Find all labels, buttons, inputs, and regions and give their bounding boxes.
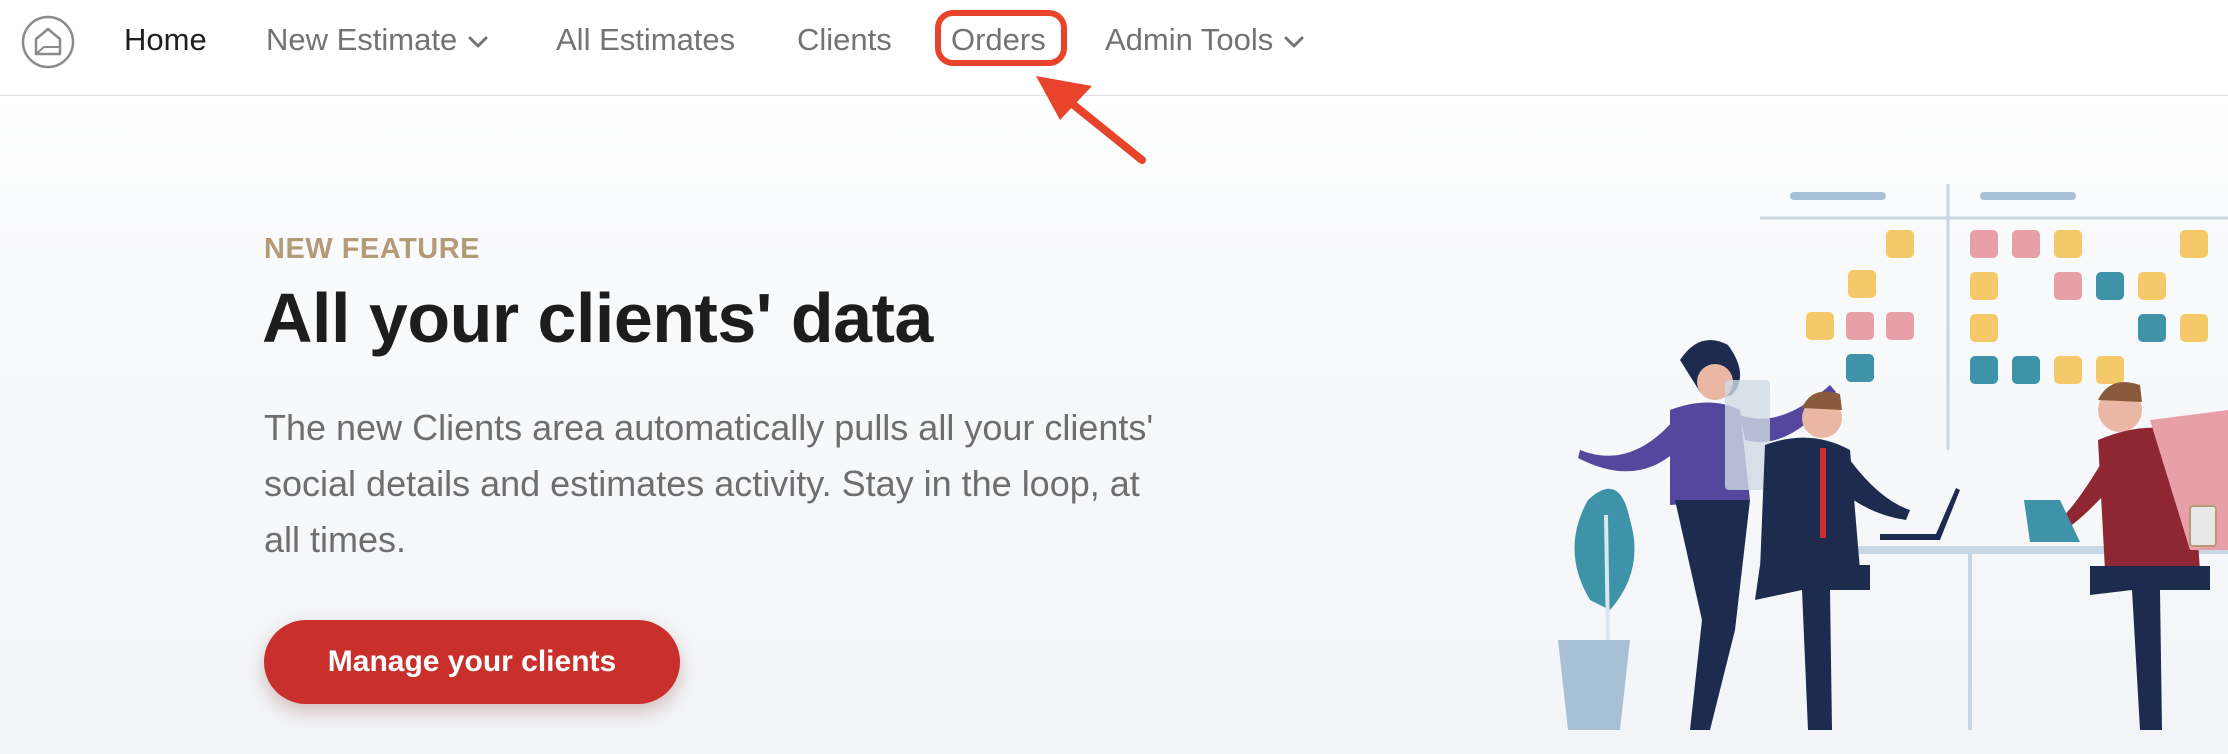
orders-highlight-annotation [935, 10, 1067, 66]
hero-eyebrow: NEW FEATURE [264, 233, 481, 265]
hero-title: All your clients' data [262, 279, 933, 357]
nav-all-estimates-label: All Estimates [556, 22, 736, 57]
nav-new-estimate-label: New Estimate [266, 22, 458, 57]
chevron-down-icon [468, 36, 488, 48]
nav-home[interactable]: Home [124, 18, 207, 62]
manage-clients-button[interactable]: Manage your clients [264, 620, 680, 704]
nav-clients[interactable]: Clients [797, 18, 892, 62]
house-logo-icon[interactable] [20, 14, 76, 70]
nav-home-label: Home [124, 22, 207, 57]
nav-admin-tools[interactable]: Admin Tools [1105, 18, 1305, 62]
nav-clients-label: Clients [797, 22, 892, 57]
nav-new-estimate[interactable]: New Estimate [266, 18, 489, 62]
nav-admin-tools-label: Admin Tools [1105, 22, 1274, 57]
nav-all-estimates[interactable]: All Estimates [556, 18, 735, 62]
hero-description: The new Clients area automatically pulls… [264, 407, 1154, 560]
chevron-down-icon [1284, 36, 1304, 48]
annotation-arrow-icon [1036, 76, 1146, 164]
team-collaboration-illustration [1558, 184, 2228, 730]
